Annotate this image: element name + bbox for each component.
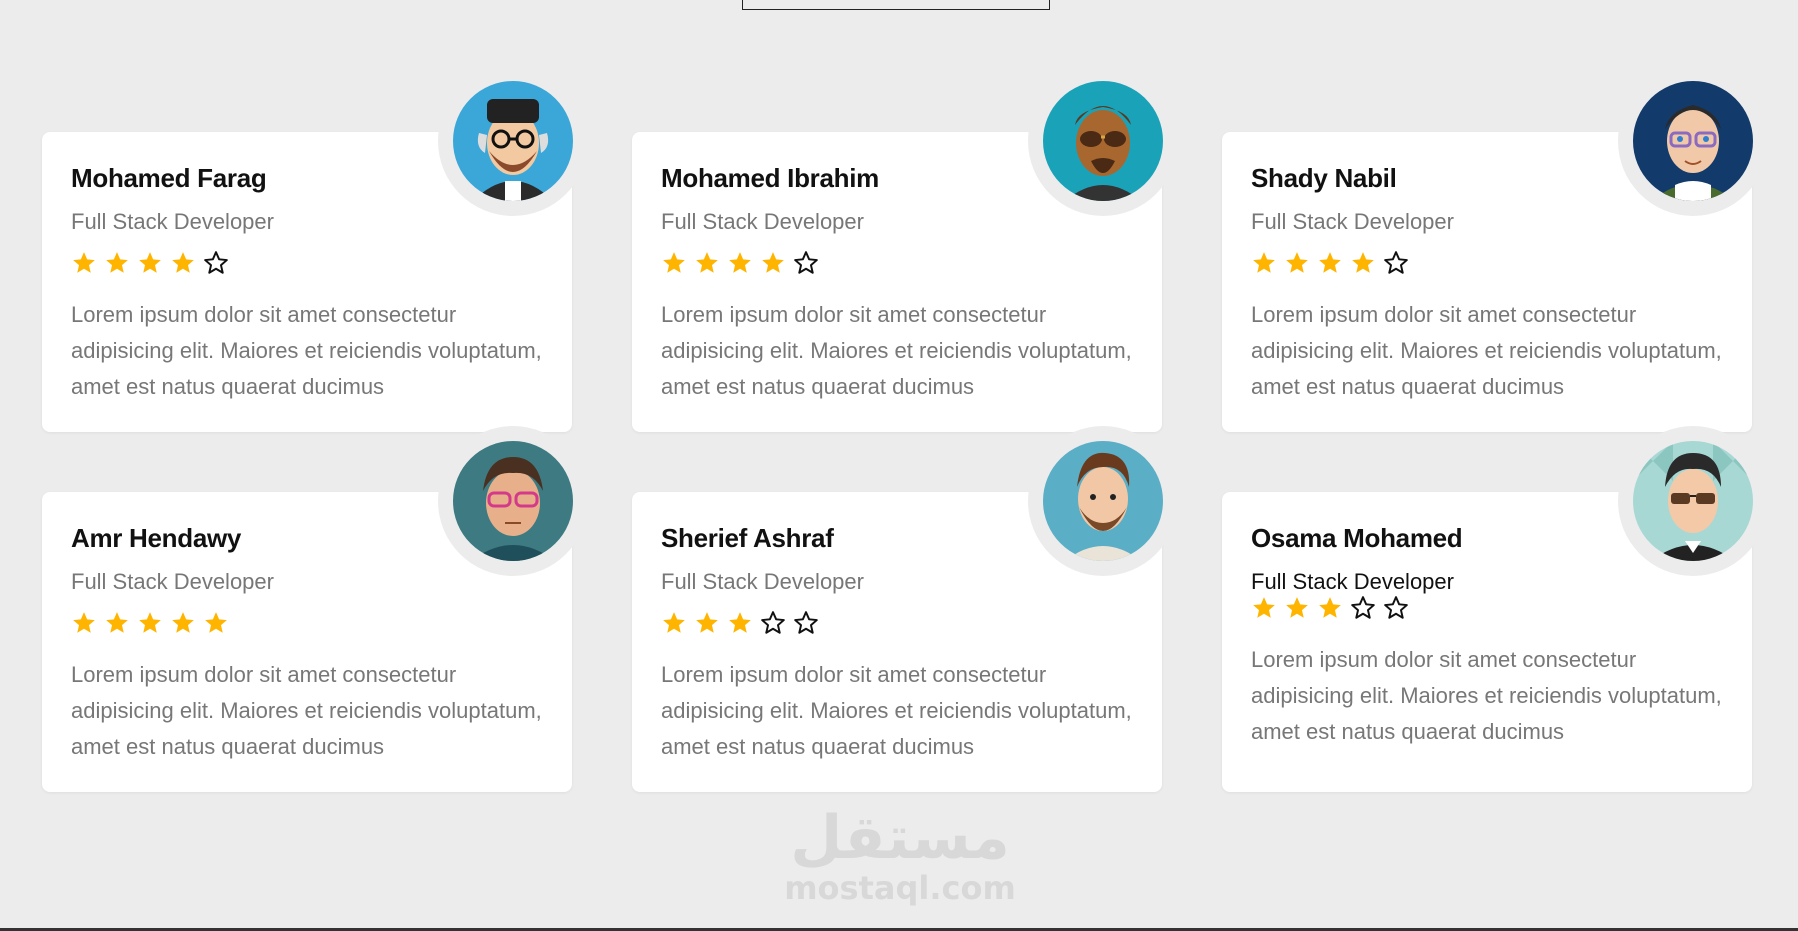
card-role: Full Stack Developer xyxy=(1251,569,1454,594)
avatar xyxy=(1633,81,1753,201)
star-filled-icon xyxy=(73,612,95,633)
rating-stars xyxy=(1251,250,1409,276)
testimonial-card: Sherief Ashraf Full Stack Developer Lore… xyxy=(632,426,1178,792)
card-description: Lorem ipsum dolor sit amet consectetur a… xyxy=(1251,302,1722,399)
star-filled-icon xyxy=(106,252,128,273)
star-filled-icon xyxy=(663,612,685,633)
card-name: Amr Hendawy xyxy=(71,523,242,553)
star-filled-icon xyxy=(205,612,227,633)
star-filled-icon xyxy=(1352,252,1374,273)
card-name: Shady Nabil xyxy=(1251,163,1397,193)
avatar xyxy=(1633,441,1753,561)
card-role: Full Stack Developer xyxy=(71,209,274,234)
star-filled-icon xyxy=(729,252,751,273)
watermark-arabic: مستقل xyxy=(790,803,1010,873)
star-filled-icon xyxy=(696,252,718,273)
star-filled-icon xyxy=(106,612,128,633)
star-filled-icon xyxy=(663,252,685,273)
testimonial-card: Osama Mohamed Full Stack Developer Lorem… xyxy=(1222,426,1768,792)
star-empty-icon xyxy=(761,611,785,634)
avatar xyxy=(1043,81,1163,201)
watermark-latin: mostaql.com xyxy=(784,869,1016,907)
avatar-ring xyxy=(438,66,588,216)
card-description: Lorem ipsum dolor sit amet consectetur a… xyxy=(661,662,1132,759)
card-role: Full Stack Developer xyxy=(661,209,864,234)
testimonial-card: Shady Nabil Full Stack Developer Lorem i… xyxy=(1222,66,1768,432)
star-empty-icon xyxy=(794,611,818,634)
star-filled-icon xyxy=(696,612,718,633)
card-name: Sherief Ashraf xyxy=(661,523,834,553)
star-filled-icon xyxy=(1286,597,1308,618)
star-filled-icon xyxy=(729,612,751,633)
star-filled-icon xyxy=(1319,252,1341,273)
card-role: Full Stack Developer xyxy=(1251,209,1454,234)
star-empty-icon xyxy=(204,251,228,274)
avatar-ring xyxy=(1618,66,1768,216)
star-filled-icon xyxy=(1253,597,1275,618)
card-name: Mohamed Ibrahim xyxy=(661,163,879,193)
card-name: Mohamed Farag xyxy=(71,163,267,193)
card-role: Full Stack Developer xyxy=(71,569,274,594)
card-description: Lorem ipsum dolor sit amet consectetur a… xyxy=(1251,647,1722,744)
star-filled-icon xyxy=(172,252,194,273)
star-filled-icon xyxy=(1286,252,1308,273)
testimonial-card: Mohamed Ibrahim Full Stack Developer Lor… xyxy=(632,66,1178,432)
avatar xyxy=(1043,441,1163,561)
star-filled-icon xyxy=(1253,252,1275,273)
star-filled-icon xyxy=(1319,597,1341,618)
rating-stars xyxy=(71,610,229,636)
star-empty-icon xyxy=(1351,596,1375,619)
card-name: Osama Mohamed xyxy=(1251,523,1463,553)
avatar xyxy=(453,441,573,561)
avatar-ring xyxy=(1618,426,1768,576)
avatar-ring xyxy=(1028,66,1178,216)
avatar-ring xyxy=(438,426,588,576)
star-filled-icon xyxy=(762,252,784,273)
star-empty-icon xyxy=(1384,251,1408,274)
star-empty-icon xyxy=(794,251,818,274)
avatar xyxy=(453,81,573,201)
mostaql-watermark: مستقل mostaql.com xyxy=(780,806,1020,906)
rating-stars xyxy=(661,610,819,636)
card-description: Lorem ipsum dolor sit amet consectetur a… xyxy=(661,302,1132,399)
star-filled-icon xyxy=(139,252,161,273)
testimonials-grid: Mohamed Farag Full Stack Developer Lorem… xyxy=(42,0,1768,800)
star-empty-icon xyxy=(1384,596,1408,619)
rating-stars xyxy=(1251,595,1409,621)
card-role: Full Stack Developer xyxy=(661,569,864,594)
star-filled-icon xyxy=(139,612,161,633)
avatar-ring xyxy=(1028,426,1178,576)
testimonial-card: Amr Hendawy Full Stack Developer Lorem i… xyxy=(42,426,588,792)
star-filled-icon xyxy=(172,612,194,633)
card-description: Lorem ipsum dolor sit amet consectetur a… xyxy=(71,302,542,399)
star-filled-icon xyxy=(73,252,95,273)
testimonial-card: Mohamed Farag Full Stack Developer Lorem… xyxy=(42,66,588,432)
rating-stars xyxy=(661,250,819,276)
card-description: Lorem ipsum dolor sit amet consectetur a… xyxy=(71,662,542,759)
rating-stars xyxy=(71,250,229,276)
